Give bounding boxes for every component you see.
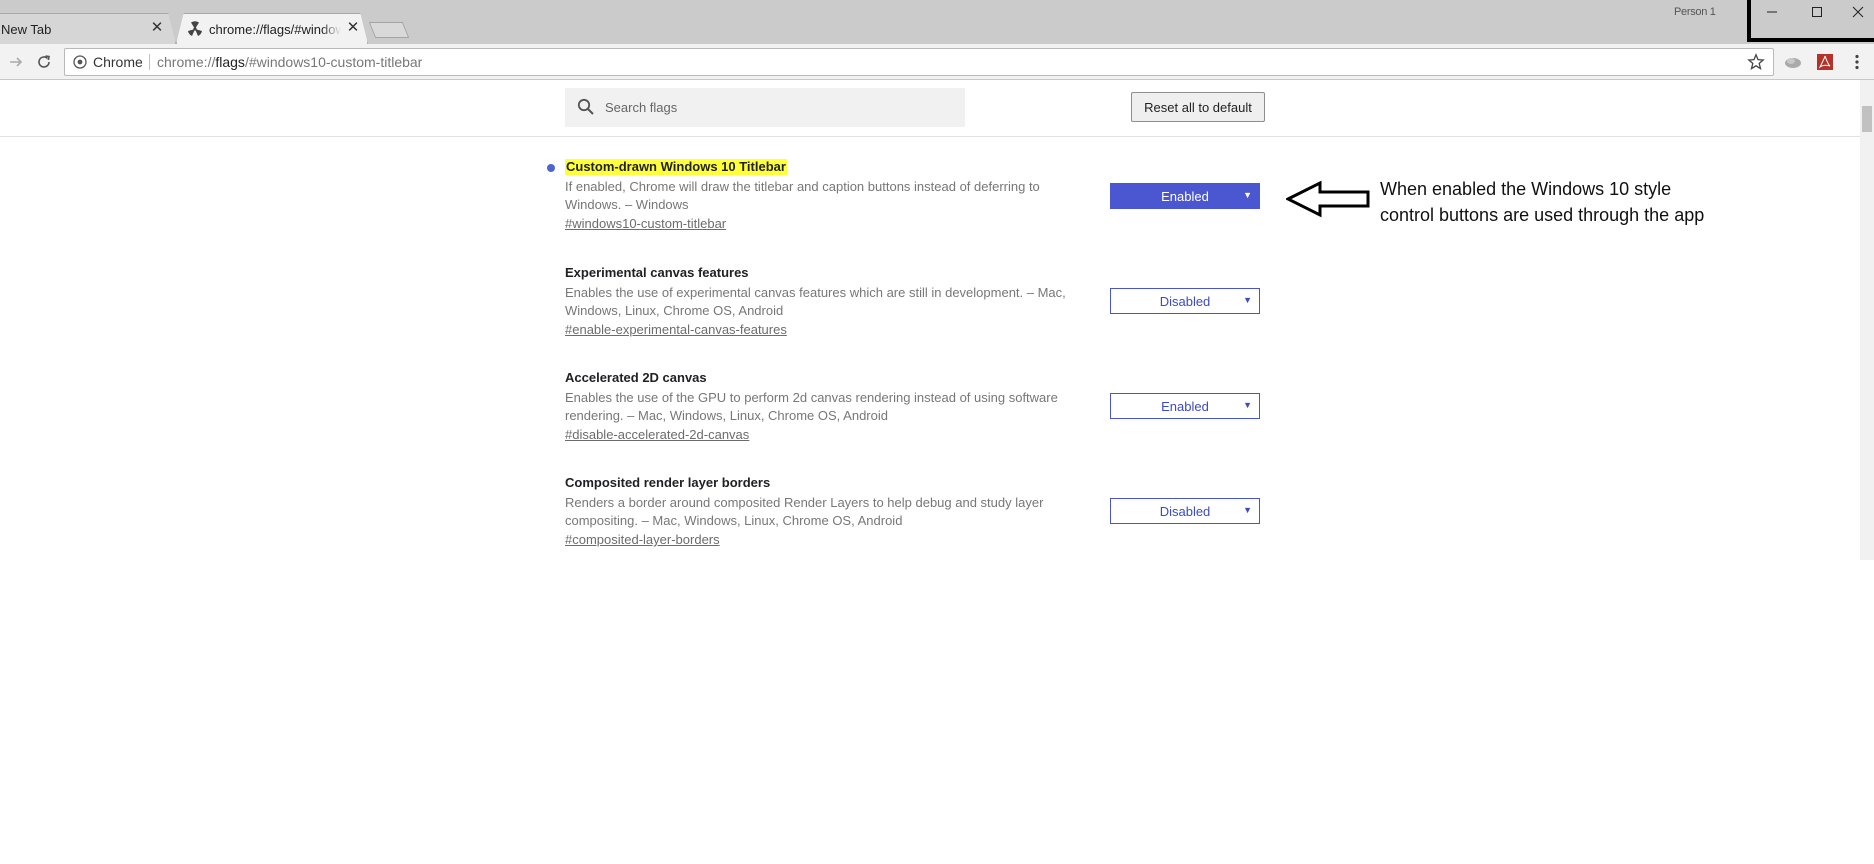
- extension-icon[interactable]: [1783, 52, 1803, 72]
- tab-label: chrome://flags/#windows10-custom-titleba…: [209, 22, 341, 37]
- star-icon[interactable]: [1747, 53, 1765, 71]
- flag-state-value: Disabled: [1159, 503, 1211, 519]
- flag-item: Experimental canvas features Enables the…: [565, 264, 1085, 339]
- dropdown-caret-icon: ▼: [1243, 190, 1252, 200]
- reload-icon[interactable]: [34, 52, 54, 72]
- flag-state-select[interactable]: Disabled ▼: [1110, 288, 1260, 314]
- new-tab-button[interactable]: [368, 22, 410, 38]
- toolbar: Chrome chrome://flags/#windows10-custom-…: [0, 44, 1874, 80]
- omnibox[interactable]: Chrome chrome://flags/#windows10-custom-…: [64, 48, 1774, 76]
- minimize-icon[interactable]: [1757, 2, 1787, 22]
- flags-page: Reset all to default Custom-drawn Window…: [0, 80, 1860, 560]
- flag-permalink[interactable]: #composited-layer-borders: [565, 532, 720, 548]
- search-input[interactable]: [601, 88, 957, 127]
- header-divider: [0, 136, 1860, 137]
- flag-state-value: Enabled: [1161, 398, 1209, 414]
- modified-indicator: [547, 164, 555, 172]
- url-scheme: chrome://: [157, 54, 216, 70]
- forward-arrow-icon[interactable]: [6, 52, 26, 72]
- flag-title: Accelerated 2D canvas: [565, 370, 707, 385]
- url-path: /#windows10-custom-titlebar: [244, 54, 423, 70]
- tab-new-tab[interactable]: New Tab ✕: [0, 13, 176, 44]
- dropdown-caret-icon: ▼: [1243, 295, 1252, 305]
- flag-state-value: Enabled: [1161, 188, 1209, 204]
- close-icon[interactable]: ✕: [345, 20, 361, 36]
- arrow-left-icon: [1286, 180, 1370, 218]
- flag-description: Enables the use of experimental canvas f…: [565, 285, 1066, 318]
- url-host: flags: [215, 54, 245, 70]
- flag-permalink[interactable]: #windows10-custom-titlebar: [565, 216, 726, 232]
- search-icon: [577, 98, 594, 115]
- flag-item: Composited render layer borders Renders …: [565, 474, 1085, 549]
- flag-description: Renders a border around composited Rende…: [565, 495, 1044, 528]
- menu-dots-icon[interactable]: [1847, 52, 1867, 72]
- profile-name[interactable]: Person 1: [1674, 6, 1716, 18]
- flag-permalink[interactable]: #enable-experimental-canvas-features: [565, 322, 787, 338]
- tab-flags[interactable]: chrome://flags/#windows10-custom-titleba…: [176, 13, 368, 44]
- flag-state-select[interactable]: Enabled ▼: [1110, 393, 1260, 419]
- flag-description: If enabled, Chrome will draw the titleba…: [565, 179, 1040, 212]
- flag-title: Custom-drawn Windows 10 Titlebar: [565, 159, 787, 175]
- dropdown-caret-icon: ▼: [1243, 400, 1252, 410]
- pdf-icon[interactable]: [1815, 52, 1835, 72]
- site-info-icon: [73, 55, 87, 69]
- page-scrollbar[interactable]: [1860, 80, 1874, 560]
- dropdown-caret-icon: ▼: [1243, 505, 1252, 515]
- site-info-chip[interactable]: Chrome: [73, 49, 143, 75]
- maximize-icon[interactable]: [1802, 2, 1832, 22]
- flag-item: Accelerated 2D canvas Enables the use of…: [565, 369, 1085, 444]
- annotation-note: When enabled the Windows 10 style contro…: [1380, 179, 1705, 225]
- window-controls: [1747, 0, 1874, 42]
- flag-state-value: Disabled: [1159, 293, 1211, 309]
- search-bar: [565, 88, 965, 127]
- flag-state-select[interactable]: Enabled ▼: [1110, 183, 1260, 209]
- omnibox-chip-label: Chrome: [93, 54, 143, 70]
- tab-strip: New Tab ✕ chrome://flags/#windows10-cust…: [0, 0, 1874, 44]
- flag-state-select[interactable]: Disabled ▼: [1110, 498, 1260, 524]
- flag-description: Enables the use of the GPU to perform 2d…: [565, 390, 1058, 423]
- window-close-icon[interactable]: [1843, 2, 1873, 22]
- omnibox-separator: [149, 54, 150, 70]
- flag-item: Custom-drawn Windows 10 Titlebar If enab…: [565, 158, 1085, 233]
- reset-all-button[interactable]: Reset all to default: [1131, 92, 1265, 122]
- omnibox-url[interactable]: chrome://flags/#windows10-custom-titleba…: [157, 54, 422, 70]
- flag-permalink[interactable]: #disable-accelerated-2d-canvas: [565, 427, 749, 443]
- flag-title: Experimental canvas features: [565, 265, 749, 280]
- scrollbar-thumb[interactable]: [1862, 106, 1872, 132]
- radiation-favicon-icon: [188, 21, 202, 36]
- tab-label: New Tab: [1, 22, 52, 37]
- flag-title: Composited render layer borders: [565, 475, 771, 490]
- close-icon[interactable]: ✕: [149, 20, 165, 36]
